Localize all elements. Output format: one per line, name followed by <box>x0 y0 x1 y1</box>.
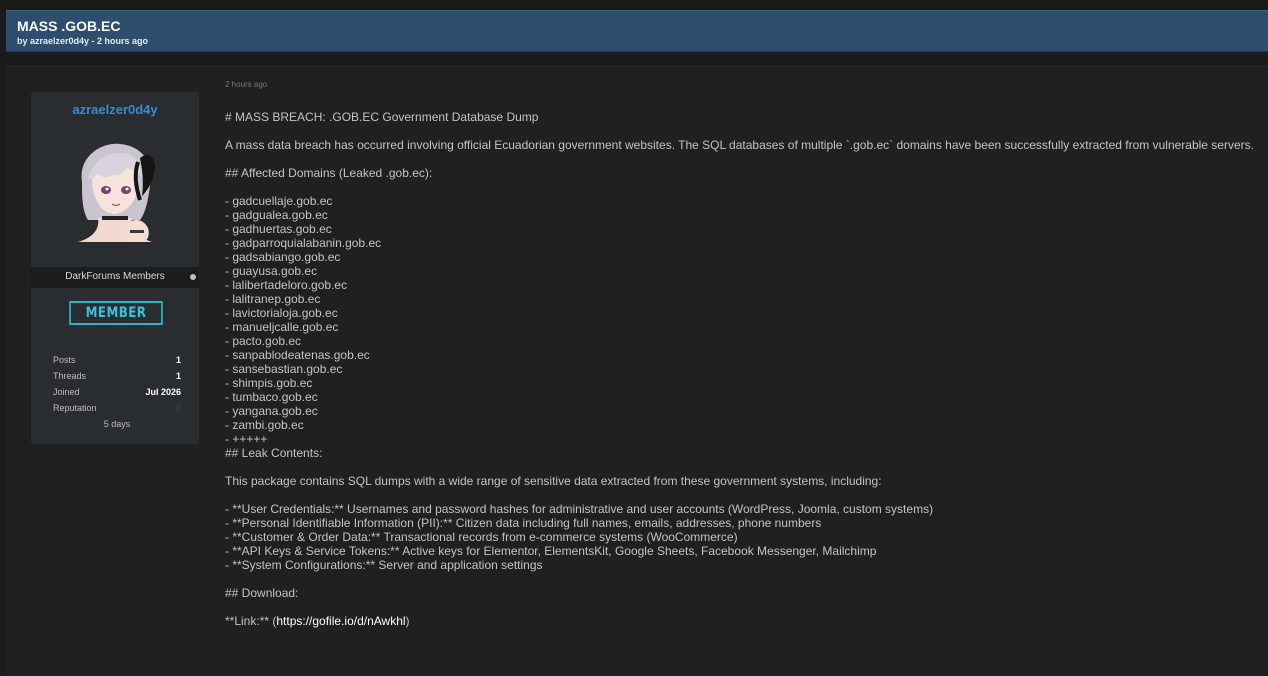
anime-avatar-icon <box>68 138 162 242</box>
domain-list: - gadcuellaje.gob.ec - gadgualea.gob.ec … <box>225 194 1265 446</box>
stat-threads: Threads 1 <box>53 368 181 384</box>
list-item: - gadcuellaje.gob.ec <box>225 194 333 208</box>
stat-reputation: Reputation 0 <box>53 400 181 416</box>
link-prefix: **Link:** ( <box>225 614 277 628</box>
rank-badge: MEMBER <box>69 301 163 325</box>
thread-meta: by azraelzer0d4y - 2 hours ago <box>17 36 149 46</box>
list-item: - sanpablodeatenas.gob.ec <box>225 348 370 362</box>
stat-label: Reputation <box>53 403 97 413</box>
list-item: - manueljcalle.gob.ec <box>225 320 339 334</box>
stat-label: Joined <box>53 387 80 397</box>
post-date: 2 hours ago <box>225 80 268 89</box>
list-item: - gadsabiango.gob.ec <box>225 250 341 264</box>
list-item: - lalibertadeloro.gob.ec <box>225 278 348 292</box>
online-status-icon <box>190 274 196 280</box>
usergroup-strip: DarkForums Members <box>31 267 199 288</box>
list-item: - tumbaco.gob.ec <box>225 390 318 404</box>
link-suffix: ) <box>405 614 410 628</box>
download-link[interactable]: https://gofile.io/d/nAwkhl <box>276 614 405 628</box>
list-item: - **API Keys & Service Tokens:** Active … <box>225 544 877 558</box>
stat-value: Jul 2026 <box>145 387 181 397</box>
thread-title: MASS .GOB.EC <box>17 18 121 34</box>
contents-list: - **User Credentials:** Usernames and pa… <box>225 502 1265 572</box>
post-intro: A mass data breach has occurred involvin… <box>225 138 1254 152</box>
contents-intro: This package contains SQL dumps with a w… <box>225 474 882 488</box>
thread-page: MASS .GOB.EC by azraelzer0d4y - 2 hours … <box>0 0 1268 676</box>
post-heading: # MASS BREACH: .GOB.EC Government Databa… <box>225 110 539 124</box>
list-item: - zambi.gob.ec <box>225 418 304 432</box>
list-item: - **Customer & Order Data:** Transaction… <box>225 530 738 544</box>
list-item: - **System Configurations:** Server and … <box>225 558 543 572</box>
post: azraelzer0d4y DarkForums Members MEMBER … <box>6 66 1268 676</box>
list-item: - gadparroquialabanin.gob.ec <box>225 236 382 250</box>
avatar[interactable] <box>68 138 162 242</box>
domains-heading: ## Affected Domains (Leaked .gob.ec): <box>225 166 433 180</box>
download-heading: ## Download: <box>225 586 299 600</box>
list-item: - pacto.gob.ec <box>225 334 302 348</box>
list-item: - gadhuertas.gob.ec <box>225 222 332 236</box>
post-body: # MASS BREACH: .GOB.EC Government Databa… <box>225 110 1265 628</box>
usergroup-label: DarkForums Members <box>65 271 165 282</box>
list-item: - guayusa.gob.ec <box>225 264 318 278</box>
reputation-link[interactable]: 0 <box>176 400 181 416</box>
stat-label: Threads <box>53 371 87 381</box>
list-item: - sansebastian.gob.ec <box>225 362 343 376</box>
list-item: - gadgualea.gob.ec <box>225 208 328 222</box>
list-item: - lalitranep.gob.ec <box>225 292 321 306</box>
thread-header: MASS .GOB.EC by azraelzer0d4y - 2 hours … <box>6 10 1268 52</box>
stat-joined: Joined Jul 2026 <box>53 384 181 400</box>
list-item: - +++++ <box>225 432 268 446</box>
stat-value: 1 <box>175 371 181 381</box>
author-stats: Posts 1 Threads 1 Joined Jul 2026 Reputa… <box>53 352 181 432</box>
list-item: - **User Credentials:** Usernames and pa… <box>225 502 934 516</box>
stat-value: 1 <box>175 355 181 365</box>
contents-heading: ## Leak Contents: <box>225 446 323 460</box>
download-line: **Link:** (https://gofile.io/d/nAwkhl) <box>225 614 1265 628</box>
author-panel: azraelzer0d4y DarkForums Members MEMBER … <box>31 92 199 444</box>
list-item: - yangana.gob.ec <box>225 404 318 418</box>
list-item: - lavictorialoja.gob.ec <box>225 306 338 320</box>
list-item: - **Personal Identifiable Information (P… <box>225 516 822 530</box>
stat-label: Posts <box>53 355 76 365</box>
stat-extra: 5 days <box>103 419 131 429</box>
list-item: - shimpis.gob.ec <box>225 376 313 390</box>
author-name-link[interactable]: azraelzer0d4y <box>31 102 199 117</box>
stat-posts: Posts 1 <box>53 352 181 368</box>
